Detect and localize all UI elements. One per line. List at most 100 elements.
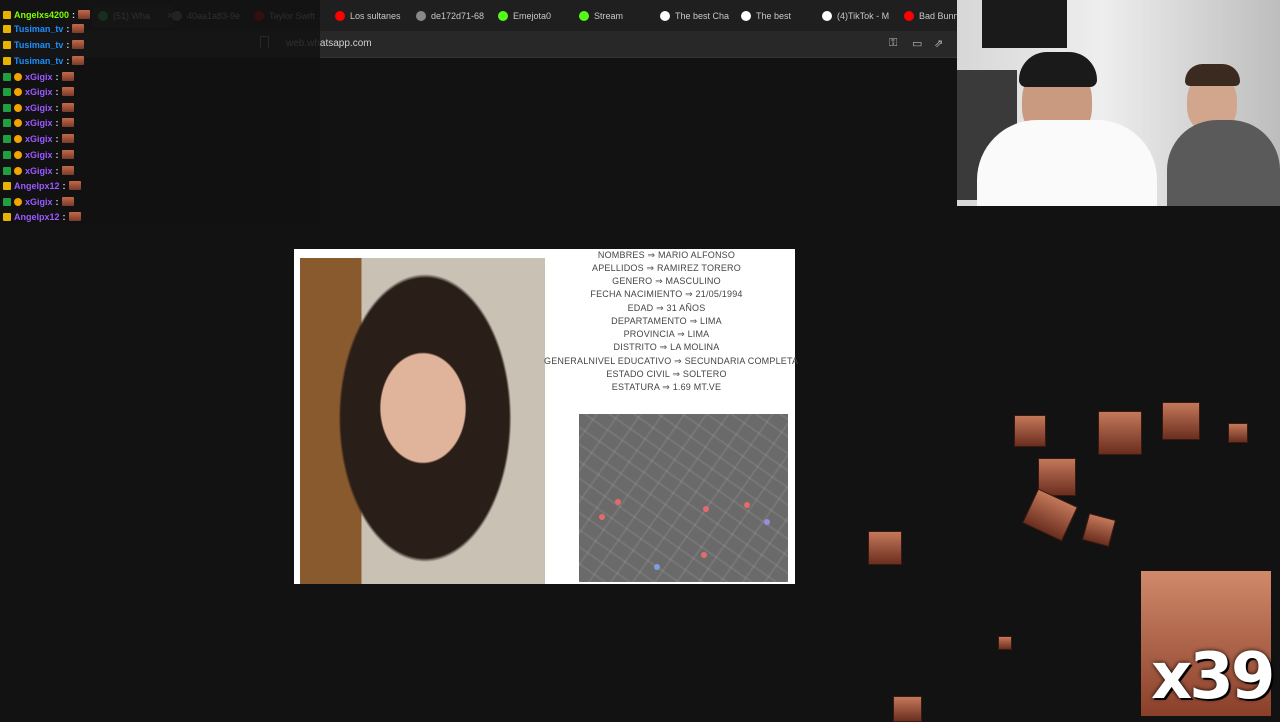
- browser-tab[interactable]: Los sultanes: [335, 5, 401, 27]
- founder-badge-icon: [14, 103, 22, 112]
- subscriber-badge-icon: [3, 24, 11, 33]
- chat-message: Angelpx12:: [3, 179, 81, 192]
- browser-tab[interactable]: Bad Bunny: [904, 5, 957, 27]
- chat-emote-icon: [72, 40, 85, 49]
- chat-colon: :: [55, 196, 59, 207]
- chat-message: xGigix:: [3, 132, 74, 145]
- tab-label: The best: [756, 11, 792, 21]
- browser-tab[interactable]: Emejota0: [498, 5, 551, 27]
- chat-message: Tusiman_tv:: [3, 38, 85, 51]
- tab-label: Emejota0: [513, 11, 552, 21]
- chat-username[interactable]: xGigix: [25, 166, 53, 176]
- map-pin-icon: [703, 506, 709, 512]
- chat-username[interactable]: Angelxs4200: [14, 10, 69, 20]
- chat-emote-icon: [61, 72, 74, 81]
- document-field: PROVINCIA ⇒ LIMA: [623, 329, 710, 339]
- wall-tv: [982, 0, 1067, 48]
- map-pin-icon: [654, 564, 660, 570]
- founder-badge-icon: [14, 118, 22, 127]
- chat-colon: :: [55, 117, 59, 128]
- chat-message: Tusiman_tv:: [3, 22, 85, 35]
- share-icon[interactable]: ⇗: [934, 37, 943, 50]
- chat-username[interactable]: xGigix: [25, 72, 53, 82]
- cast-icon[interactable]: ▭: [912, 37, 922, 50]
- map-pin-icon: [615, 499, 621, 505]
- moderator-badge-icon: [3, 103, 11, 112]
- chat-username[interactable]: xGigix: [25, 87, 53, 97]
- chat-message: xGigix:: [3, 164, 74, 177]
- tab-label: de172d71-68: [431, 11, 485, 21]
- document-field: GENERALNIVEL EDUCATIVO ⇒ SECUNDARIA COMP…: [544, 356, 799, 366]
- person-photo: [300, 258, 545, 584]
- moderator-badge-icon: [3, 166, 11, 175]
- floating-emote: [1162, 402, 1200, 440]
- chat-username[interactable]: Tusiman_tv: [14, 40, 63, 50]
- chat-emote-icon: [72, 24, 85, 33]
- moderator-badge-icon: [3, 118, 11, 127]
- founder-badge-icon: [14, 166, 22, 175]
- webcam-feed: [957, 0, 1280, 206]
- chat-username[interactable]: xGigix: [25, 118, 53, 128]
- browser-tab[interactable]: The best Cha: [660, 5, 729, 27]
- chat-colon: :: [72, 9, 76, 20]
- tab-label: Los sultanes: [350, 11, 401, 21]
- satellite-map: [579, 414, 788, 582]
- browser-tab[interactable]: de172d71-68: [416, 5, 484, 27]
- moderator-badge-icon: [3, 197, 11, 206]
- chat-colon: :: [66, 23, 70, 34]
- subscriber-badge-icon: [3, 212, 11, 221]
- tab-label: Stream: [594, 11, 624, 21]
- map-pin-icon: [764, 519, 770, 525]
- chat-emote-icon: [61, 197, 74, 206]
- map-pin-icon: [701, 552, 707, 558]
- floating-emote: [1228, 423, 1248, 443]
- floating-emote: [893, 696, 922, 722]
- document-field: GENERO ⇒ MASCULINO: [612, 276, 721, 286]
- chat-username[interactable]: xGigix: [25, 134, 53, 144]
- moderator-badge-icon: [3, 134, 11, 143]
- chat-message: xGigix:: [3, 85, 74, 98]
- chat-emote-icon: [61, 103, 74, 112]
- chat-username[interactable]: Tusiman_tv: [14, 24, 63, 34]
- document-field: DISTRITO ⇒ LA MOLINA: [613, 342, 720, 352]
- chat-username[interactable]: Tusiman_tv: [14, 56, 63, 66]
- emote-combo-counter: x39: [1151, 640, 1275, 714]
- document-field: EDAD ⇒ 31 AÑOS: [627, 303, 706, 313]
- streamer-hair: [1019, 52, 1097, 87]
- kick-icon: [579, 11, 589, 21]
- chat-username[interactable]: Angelpx12: [14, 181, 60, 191]
- document-field: APELLIDOS ⇒ RAMIREZ TORERO: [592, 263, 741, 273]
- chat-message: Angelxs4200:: [3, 8, 91, 21]
- chat-emote-icon: [61, 134, 74, 143]
- diamond-icon: [741, 11, 751, 21]
- chat-emote-icon: [61, 166, 74, 175]
- browser-tab[interactable]: (4)TikTok - M: [822, 5, 889, 27]
- globe-icon: [416, 11, 426, 21]
- chat-username[interactable]: xGigix: [25, 150, 53, 160]
- floating-emote: [1081, 512, 1117, 548]
- chat-username[interactable]: xGigix: [25, 197, 53, 207]
- chat-message: xGigix:: [3, 70, 74, 83]
- chat-emote-icon: [61, 87, 74, 96]
- founder-badge-icon: [14, 72, 22, 81]
- chat-message: Angelpx12:: [3, 210, 81, 223]
- subscriber-badge-icon: [3, 56, 11, 65]
- floating-emote: [868, 531, 902, 565]
- floating-emote: [1014, 415, 1046, 447]
- floating-emote: [1022, 488, 1078, 542]
- map-pin-icon: [599, 514, 605, 520]
- subscriber-badge-icon: [3, 181, 11, 190]
- chat-username[interactable]: xGigix: [25, 103, 53, 113]
- moderator-badge-icon: [3, 87, 11, 96]
- browser-tab[interactable]: The best: [741, 5, 791, 27]
- document-field: ESTADO CIVIL ⇒ SOLTERO: [606, 369, 727, 379]
- map-pin-icon: [744, 502, 750, 508]
- document-field: DEPARTAMENTO ⇒ LIMA: [611, 316, 722, 326]
- password-key-icon[interactable]: ⚿: [889, 37, 897, 50]
- browser-tab[interactable]: Stream: [579, 5, 623, 27]
- chat-colon: :: [66, 39, 70, 50]
- chat-username[interactable]: Angelpx12: [14, 212, 60, 222]
- chat-emote-icon: [61, 118, 74, 127]
- document-field: NOMBRES ⇒ MARIO ALFONSO: [597, 250, 736, 260]
- document-field: FECHA NACIMIENTO ⇒ 21/05/1994: [590, 289, 743, 299]
